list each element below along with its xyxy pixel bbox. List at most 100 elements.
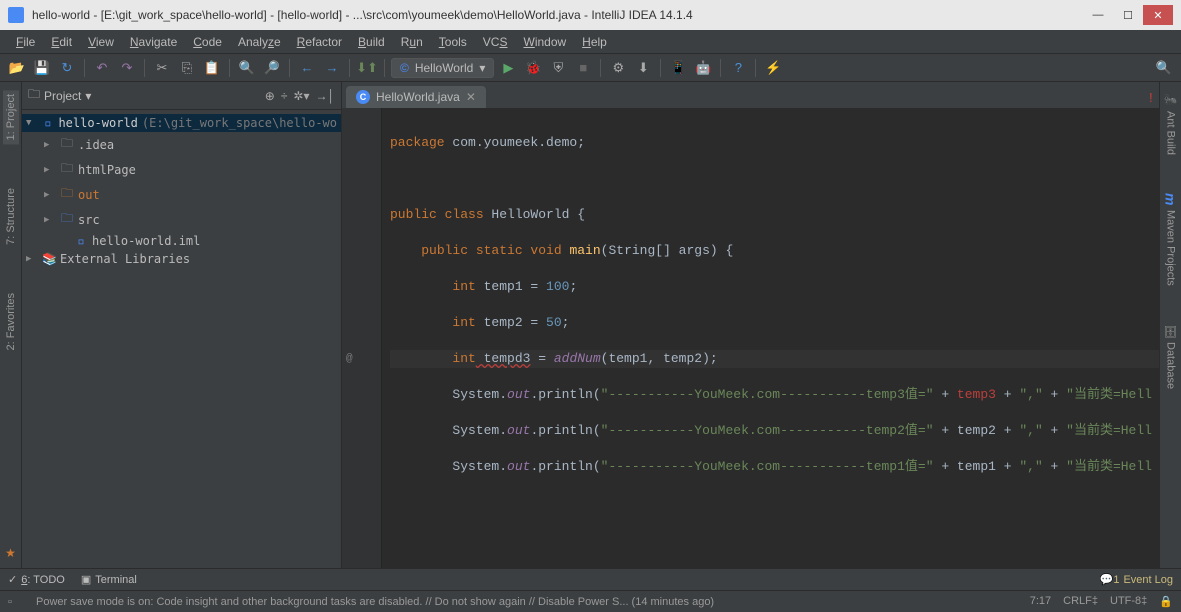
tree-node-iml[interactable]: ▫ hello-world.iml	[22, 232, 341, 250]
balloon-icon: 💬1	[1100, 573, 1120, 586]
stop-icon[interactable]: ■	[572, 57, 594, 79]
menu-navigate[interactable]: Navigate	[122, 32, 185, 52]
tab-ant-build[interactable]: 🐜Ant Build	[1162, 90, 1179, 159]
tab-todo[interactable]: ✓6: TODO	[8, 573, 65, 586]
hide-icon[interactable]: →│	[316, 89, 336, 103]
folder-icon: 🗀	[60, 159, 74, 180]
minimize-button[interactable]: —	[1083, 5, 1113, 25]
undo-icon[interactable]: ↶	[91, 57, 113, 79]
editor-tab[interactable]: C HelloWorld.java ✕	[346, 86, 486, 108]
menu-view[interactable]: View	[80, 32, 122, 52]
tab-label: HelloWorld.java	[376, 90, 460, 104]
folder-icon: 🗀	[60, 184, 74, 205]
menu-refactor[interactable]: Refactor	[289, 32, 350, 52]
maven-icon: m	[1163, 193, 1179, 205]
open-icon[interactable]: 📂	[6, 57, 28, 79]
menu-build[interactable]: Build	[350, 32, 393, 52]
line-separator[interactable]: CRLF‡	[1063, 595, 1098, 608]
arrow-right-icon: ▶	[26, 254, 38, 264]
project-panel-header: 🗀 Project ▾ ⊕ ÷ ✲▾ →│	[22, 82, 341, 110]
help-icon[interactable]: ?	[727, 57, 749, 79]
favorite-star-icon[interactable]: ★	[5, 546, 16, 560]
terminal-icon: ▣	[81, 573, 91, 586]
search-everywhere-icon[interactable]: 🔍	[1153, 57, 1175, 79]
menu-run[interactable]: Run	[393, 32, 431, 52]
status-message: Power save mode is on: Code insight and …	[36, 596, 1018, 608]
window-controls: — ☐ ✕	[1083, 5, 1173, 25]
lock-icon[interactable]: 🔒	[1159, 595, 1173, 608]
app-logo-icon	[8, 7, 24, 23]
tree-node-htmlpage[interactable]: ▶ 🗀 htmlPage	[22, 157, 341, 182]
src-folder-icon: 🗀	[60, 209, 74, 230]
run-icon[interactable]: ▶	[497, 57, 519, 79]
arrow-right-icon: ▶	[44, 215, 56, 225]
bottom-tool-bar: ✓6: TODO ▣Terminal 💬1Event Log	[0, 568, 1181, 590]
sync-icon[interactable]: ↻	[56, 57, 78, 79]
library-icon: 📚	[42, 252, 56, 266]
encoding[interactable]: UTF-8‡	[1110, 595, 1147, 608]
tree-root[interactable]: ▼ ▫ hello-world (E:\git_work_space\hello…	[22, 114, 341, 132]
menu-tools[interactable]: Tools	[431, 32, 475, 52]
make-icon[interactable]: ⬇⬆	[356, 57, 378, 79]
menu-analyze[interactable]: Analyze	[230, 32, 289, 52]
paste-icon[interactable]: 📋	[201, 57, 223, 79]
tree-node-idea[interactable]: ▶ 🗀 .idea	[22, 132, 341, 157]
menu-vcs[interactable]: VCS	[475, 32, 516, 52]
close-button[interactable]: ✕	[1143, 5, 1173, 25]
project-view-selector[interactable]: 🗀 Project ▾	[28, 85, 259, 106]
redo-icon[interactable]: ↷	[116, 57, 138, 79]
database-icon: 🗄	[1164, 324, 1177, 338]
menu-edit[interactable]: Edit	[43, 32, 80, 52]
project-panel: 🗀 Project ▾ ⊕ ÷ ✲▾ →│ ▼ ▫ hello-world (E…	[22, 82, 342, 568]
run-config-selector[interactable]: © HelloWorld ▾	[391, 58, 494, 78]
todo-icon: ✓	[8, 573, 17, 586]
collapse-icon[interactable]: ÷	[281, 89, 288, 103]
event-log-button[interactable]: 💬1Event Log	[1100, 573, 1173, 586]
java-class-icon: C	[356, 90, 370, 104]
menu-help[interactable]: Help	[574, 32, 615, 52]
override-marker-icon[interactable]: @	[346, 350, 353, 368]
folder-icon: 🗀	[60, 134, 74, 155]
run-config-label: HelloWorld	[415, 61, 473, 75]
settings-icon[interactable]: ✲▾	[293, 89, 309, 103]
window-title: hello-world - [E:\git_work_space\hello-w…	[32, 8, 1083, 22]
attach-icon[interactable]: 📱	[667, 57, 689, 79]
android-icon[interactable]: 🤖	[692, 57, 714, 79]
project-tree: ▼ ▫ hello-world (E:\git_work_space\hello…	[22, 110, 341, 568]
tree-external-libs[interactable]: ▶ 📚 External Libraries	[22, 250, 341, 268]
tab-database[interactable]: 🗄Database	[1162, 320, 1179, 393]
code-content[interactable]: package com.youmeek.demo; public class H…	[382, 108, 1159, 568]
copy-icon[interactable]: ⎘	[176, 57, 198, 79]
tab-structure[interactable]: 7: Structure	[3, 184, 19, 249]
tree-node-src[interactable]: ▶ 🗀 src	[22, 207, 341, 232]
debug-icon[interactable]: 🐞	[522, 57, 544, 79]
arrow-right-icon: ▶	[44, 165, 56, 175]
menu-window[interactable]: Window	[515, 32, 574, 52]
menu-code[interactable]: Code	[185, 32, 230, 52]
tab-project[interactable]: 1: Project	[3, 90, 19, 144]
dropdown-icon: ▾	[479, 61, 485, 75]
tab-favorites[interactable]: 2: Favorites	[3, 289, 19, 354]
power-save-icon[interactable]: ⚡	[762, 57, 784, 79]
status-icon[interactable]: ▫	[8, 596, 24, 608]
menubar: File Edit View Navigate Code Analyze Ref…	[0, 30, 1181, 54]
tab-close-icon[interactable]: ✕	[466, 90, 476, 104]
menu-file[interactable]: File	[8, 32, 43, 52]
cursor-position[interactable]: 7:17	[1030, 595, 1051, 608]
maximize-button[interactable]: ☐	[1113, 5, 1143, 25]
replace-icon[interactable]: 🔎	[261, 57, 283, 79]
cut-icon[interactable]: ✂	[151, 57, 173, 79]
coverage-icon[interactable]: ⛨	[547, 57, 569, 79]
scroll-from-source-icon[interactable]: ⊕	[265, 89, 275, 103]
save-icon[interactable]: 💾	[31, 57, 53, 79]
sdk-icon[interactable]: ⬇	[632, 57, 654, 79]
tree-node-out[interactable]: ▶ 🗀 out	[22, 182, 341, 207]
tab-maven[interactable]: mMaven Projects	[1161, 189, 1181, 289]
back-icon[interactable]: ←	[296, 57, 318, 79]
find-icon[interactable]: 🔍	[236, 57, 258, 79]
forward-icon[interactable]: →	[321, 57, 343, 79]
avd-icon[interactable]: ⚙	[607, 57, 629, 79]
folder-icon: 🗀	[28, 85, 40, 106]
code-area[interactable]: @ package com.youmeek.demo; public class…	[342, 108, 1159, 568]
tab-terminal[interactable]: ▣Terminal	[81, 573, 137, 586]
